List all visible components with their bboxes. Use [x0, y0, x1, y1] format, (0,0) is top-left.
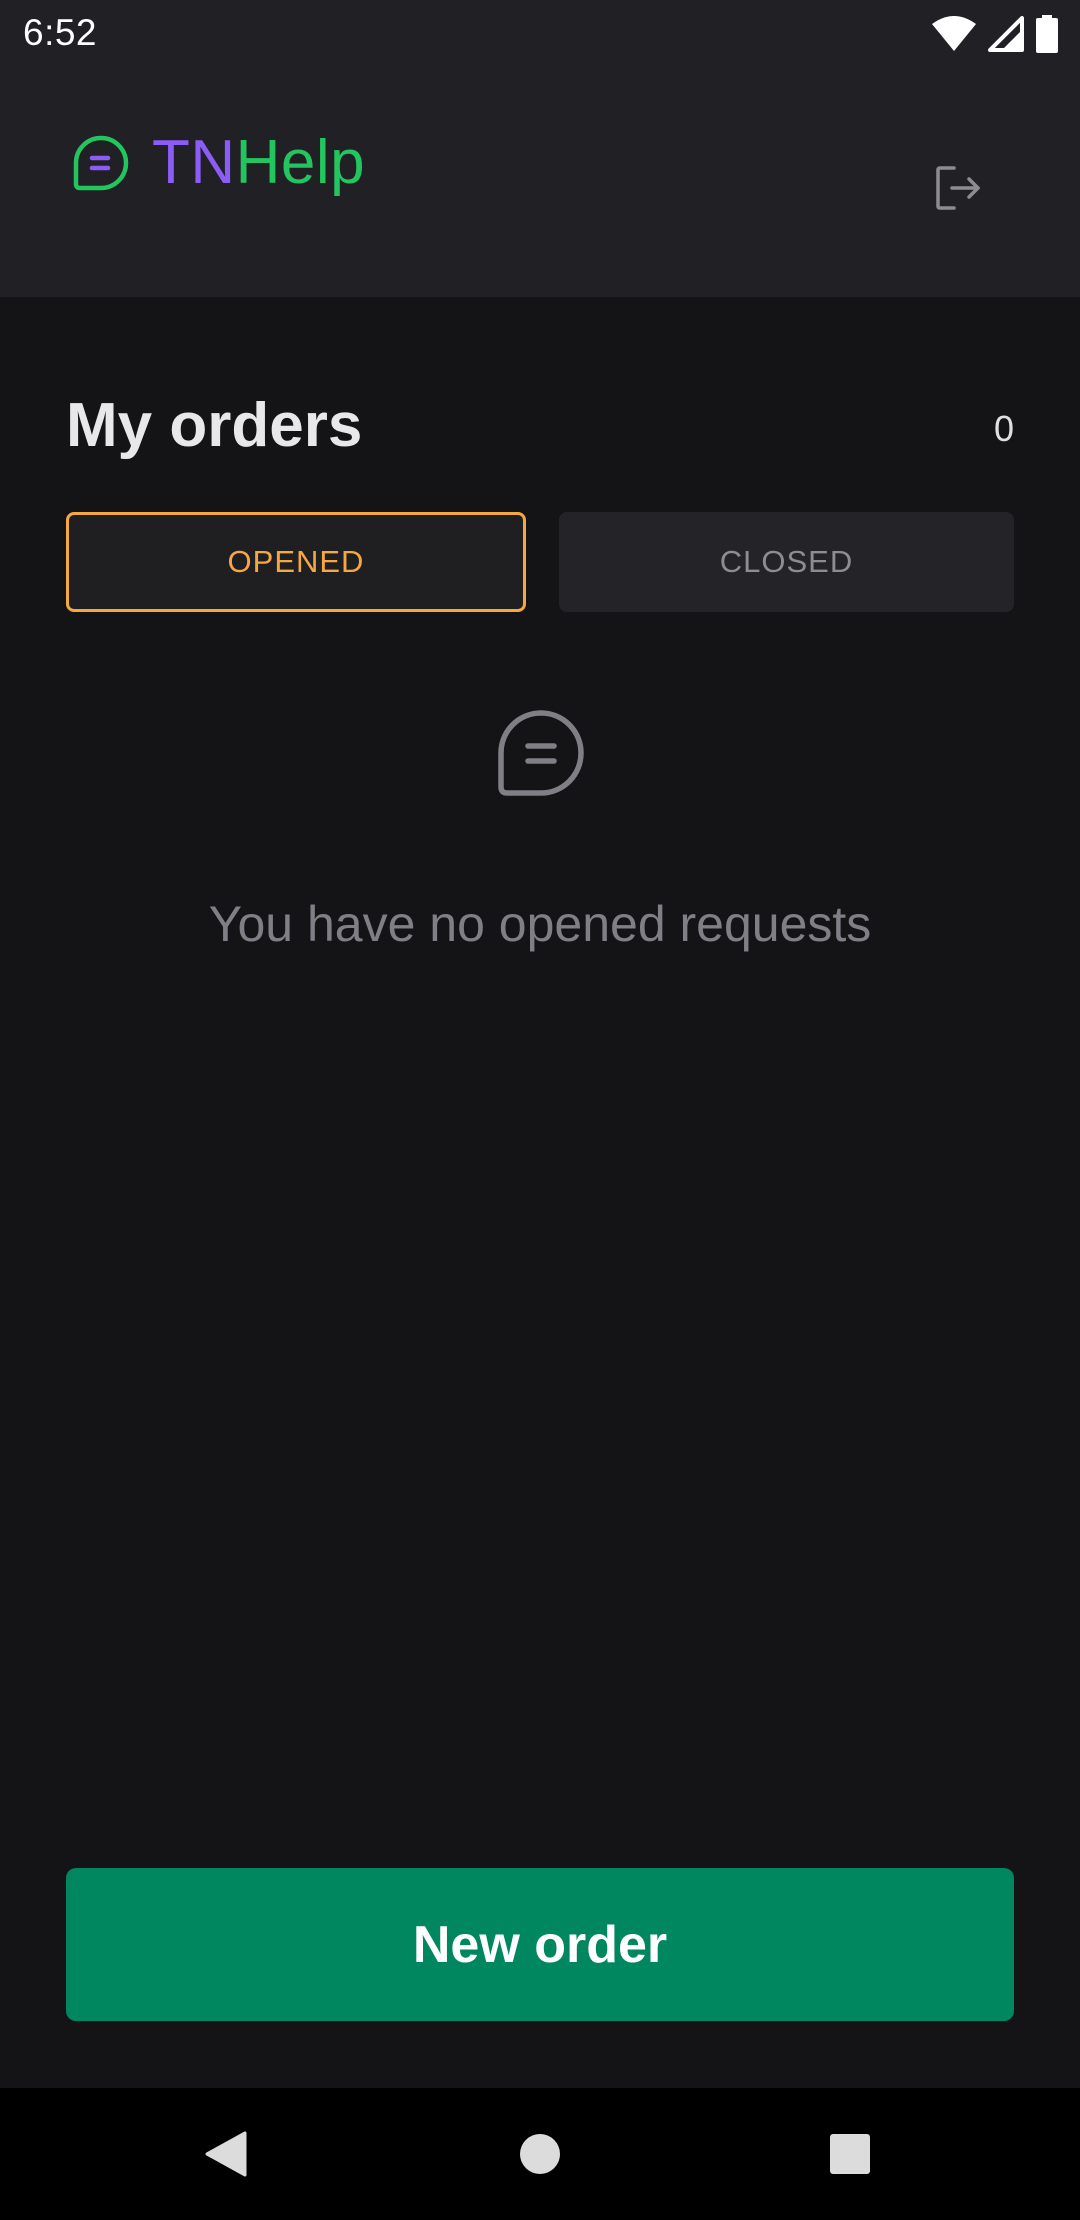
nav-home-button[interactable]	[504, 2088, 576, 2220]
logout-button[interactable]	[930, 160, 986, 216]
empty-state-message: You have no opened requests	[208, 896, 872, 952]
status-time: 6:52	[23, 12, 98, 53]
nav-back-button[interactable]	[190, 2088, 262, 2220]
brand-name-suffix: Help	[235, 128, 366, 197]
new-order-button[interactable]: New order	[66, 1868, 1014, 2021]
system-navigation-bar	[0, 2088, 1080, 2220]
order-count-badge: 0	[993, 408, 1014, 449]
recents-icon	[830, 2134, 870, 2174]
cellular-signal-icon	[988, 16, 1024, 52]
brand-name: TNHelp	[152, 132, 365, 194]
page-title: My orders	[66, 391, 363, 460]
wifi-icon	[932, 16, 976, 52]
brand-logo: TNHelp	[72, 132, 365, 194]
status-icons	[932, 14, 1058, 54]
brand-name-prefix: TN	[152, 128, 236, 197]
tab-closed[interactable]: CLOSED	[559, 512, 1014, 612]
back-icon	[205, 2131, 247, 2177]
battery-icon	[1036, 15, 1058, 53]
chat-bubble-icon	[498, 710, 584, 796]
home-icon	[520, 2134, 560, 2174]
nav-recents-button[interactable]	[814, 2088, 886, 2220]
app-header: 6:52 TNHelp	[0, 0, 1080, 297]
app-screen: 6:52 TNHelp My orders 0 OPENED CLOSED Yo…	[0, 0, 1080, 2220]
logout-icon	[936, 166, 980, 210]
chat-bubble-icon	[73, 135, 129, 191]
tab-opened[interactable]: OPENED	[66, 512, 526, 612]
